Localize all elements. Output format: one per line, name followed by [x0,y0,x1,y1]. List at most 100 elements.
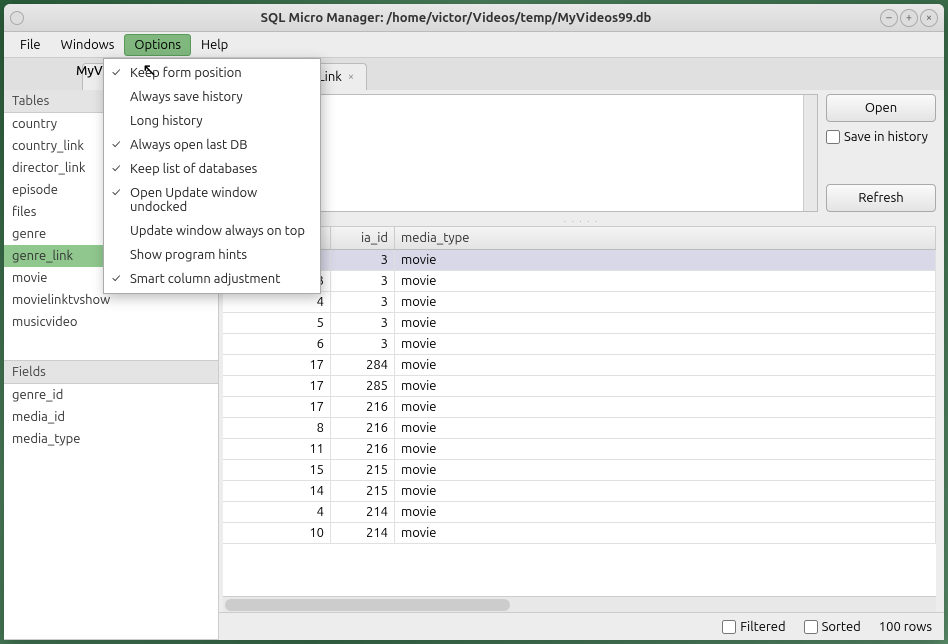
save-history-label: Save in history [844,130,928,144]
db-tab-partial[interactable]: MyVi [76,64,106,78]
table-row[interactable]: 3movie [223,250,936,271]
table-item-musicvideo[interactable]: musicvideo [4,311,218,333]
cell: movie [395,292,936,312]
cell: movie [395,376,936,396]
options-menu-item[interactable]: Smart column adjustment [104,267,320,291]
cell: movie [395,439,936,459]
cell: movie [395,523,936,543]
open-button[interactable]: Open [826,94,936,122]
options-menu-item[interactable]: Always open last DB [104,133,320,157]
titlebar: SQL Micro Manager: /home/victor/Videos/t… [4,4,944,32]
field-item-genre_id[interactable]: genre_id [4,384,218,406]
minimize-button[interactable]: – [880,9,898,27]
menu-help[interactable]: Help [191,34,238,56]
options-menu-item[interactable]: Keep form position [104,61,320,85]
table-row[interactable]: 17216movie [223,397,936,418]
table-row[interactable]: 43movie [223,292,936,313]
cell: 214 [331,502,395,522]
sorted-checkbox[interactable]: Sorted [804,620,861,634]
titlebar-close-button[interactable] [10,11,24,25]
table-row[interactable]: 17285movie [223,376,936,397]
editor-scrollbar[interactable] [803,95,817,211]
table-row[interactable]: 53movie [223,313,936,334]
field-item-media_id[interactable]: media_id [4,406,218,428]
cell: 6 [223,334,331,354]
menu-options[interactable]: Options [124,34,191,56]
statusbar: Filtered Sorted 100 rows [219,612,944,640]
fields-list: genre_idmedia_idmedia_type [4,384,218,640]
cell: 3 [331,250,395,270]
grid-horizontal-scrollbar[interactable] [223,596,936,612]
cell: 17 [223,355,331,375]
cell: movie [395,481,936,501]
cell: 216 [331,397,395,417]
cell: 3 [331,292,395,312]
table-row[interactable]: 11216movie [223,439,936,460]
cell: 15 [223,460,331,480]
save-history-checkbox[interactable]: Save in history [826,130,936,144]
horizontal-splitter[interactable]: · · · · · [219,216,944,226]
fields-header: Fields [4,361,218,384]
table-row[interactable]: 63movie [223,334,936,355]
cell: movie [395,460,936,480]
close-button[interactable]: × [920,9,938,27]
column-header-media-type[interactable]: media_type [395,227,936,249]
table-row[interactable]: 14215movie [223,481,936,502]
table-row[interactable]: 4214movie [223,502,936,523]
options-menu-item[interactable]: Always save history [104,85,320,109]
query-area: * nre_link 00; Open Save in history Refr… [219,90,944,216]
cell: 11 [223,439,331,459]
filtered-checkbox[interactable]: Filtered [722,620,785,634]
cell: 17 [223,397,331,417]
maximize-button[interactable]: + [900,9,918,27]
window-title: SQL Micro Manager: /home/victor/Videos/t… [32,11,880,25]
cell: movie [395,397,936,417]
query-buttons: Open Save in history Refresh [826,94,936,212]
options-menu-item[interactable]: Keep list of databases [104,157,320,181]
grid-header: ia_id media_type [223,227,936,250]
cell: 5 [223,313,331,333]
main-panel: * nre_link 00; Open Save in history Refr… [219,90,944,640]
cell: movie [395,334,936,354]
row-count: 100 rows [879,620,932,634]
cell: 216 [331,439,395,459]
options-menu-item[interactable]: Show program hints [104,243,320,267]
options-menu-item[interactable]: Update window always on top [104,219,320,243]
menu-file[interactable]: File [10,34,51,56]
cell: 4 [223,502,331,522]
options-menu-item[interactable]: Open Update window undocked [104,181,320,219]
cell: 17 [223,376,331,396]
options-menu-item[interactable]: Long history [104,109,320,133]
table-row[interactable]: 8216movie [223,418,936,439]
cell: 215 [331,460,395,480]
cell: movie [395,418,936,438]
cell: 214 [331,523,395,543]
column-header-media-id[interactable]: ia_id [331,227,395,249]
scrollbar-thumb[interactable] [225,599,510,611]
refresh-button[interactable]: Refresh [826,184,936,212]
grid-body[interactable]: 3movie33movie43movie53movie63movie17284m… [223,250,936,596]
table-row[interactable]: 33movie [223,271,936,292]
menu-windows[interactable]: Windows [51,34,125,56]
cell: 8 [223,418,331,438]
table-row[interactable]: 10214movie [223,523,936,544]
cell: movie [395,502,936,522]
save-history-input[interactable] [826,130,840,144]
cell: 4 [223,292,331,312]
cell: movie [395,271,936,291]
menubar: File Windows Options Help [4,32,944,58]
cell: movie [395,355,936,375]
cell: movie [395,250,936,270]
cell: 3 [331,271,395,291]
options-dropdown: Keep form positionAlways save historyLon… [103,58,321,294]
cell: 3 [331,334,395,354]
table-row[interactable]: 17284movie [223,355,936,376]
cell: movie [395,313,936,333]
table-row[interactable]: 15215movie [223,460,936,481]
close-tab-icon[interactable]: × [348,71,354,83]
result-grid: ia_id media_type 3movie33movie43movie53m… [223,226,936,596]
cell: 285 [331,376,395,396]
cell: 215 [331,481,395,501]
cell: 216 [331,418,395,438]
field-item-media_type[interactable]: media_type [4,428,218,450]
